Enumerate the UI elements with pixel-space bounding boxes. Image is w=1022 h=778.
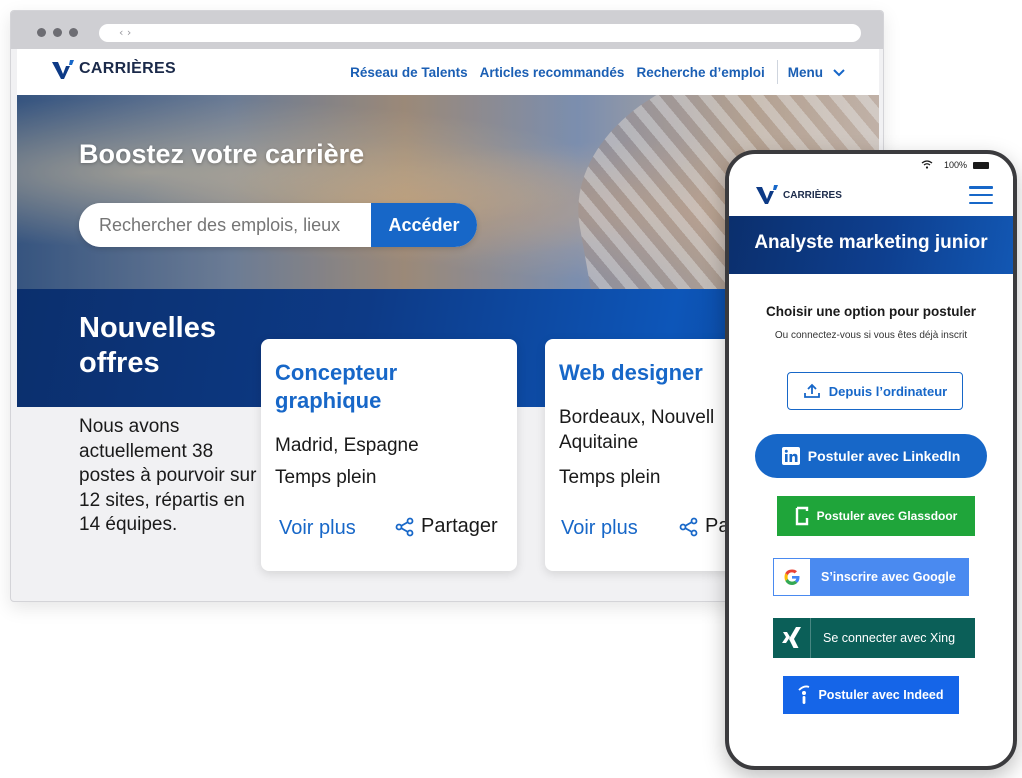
site-header: CARRIÈRES Réseau de Talents Articles rec… [17, 49, 879, 95]
see-more-link[interactable]: Voir plus [279, 517, 356, 540]
apply-glassdoor-button[interactable]: Postuler avec Glassdoor [777, 496, 975, 536]
main-nav: Réseau de Talents Articles recommandés R… [338, 49, 847, 95]
upload-icon [803, 383, 821, 399]
logo-v-icon[interactable] [51, 59, 75, 81]
apply-from-computer-button[interactable]: Depuis l’ordinateur [787, 372, 963, 410]
offers-intro-text: Nous avons actuellement 38 postes à pour… [79, 416, 257, 535]
job-search-input[interactable] [79, 203, 371, 247]
phone-status-bar: 100% [729, 154, 1013, 176]
window-control-dot[interactable] [37, 28, 46, 37]
new-offers-heading: Nouvelles offres [79, 312, 216, 379]
glassdoor-icon [795, 506, 809, 526]
indeed-icon [798, 685, 810, 705]
mobile-phone-frame: 100% CARRIÈRES Analyste marketing junior… [725, 150, 1017, 770]
share-button[interactable]: Pa [679, 515, 729, 538]
battery-icon [973, 162, 989, 169]
job-title[interactable]: Concepteur graphique [275, 359, 505, 415]
battery-percentage: 100% [943, 160, 967, 170]
address-bar[interactable]: ‹ › [99, 24, 861, 42]
share-icon [395, 517, 414, 536]
window-control-dot[interactable] [53, 28, 62, 37]
button-label: Postuler avec LinkedIn [807, 448, 961, 464]
job-location: Bordeaux, Nouvell Aquitaine [559, 407, 715, 453]
button-label: Postuler avec Indeed [818, 688, 944, 702]
share-label: Partager [421, 515, 498, 537]
chevron-down-icon [833, 69, 845, 77]
sign-in-xing-button[interactable]: Se connecter avec Xing [773, 618, 975, 658]
button-label: Postuler avec Glassdoor [816, 509, 958, 523]
nav-arrows-icon[interactable]: ‹ › [119, 26, 131, 39]
search-submit-button[interactable]: Accéder [371, 203, 477, 247]
menu-button[interactable]: Menu [788, 65, 847, 80]
menu-label: Menu [787, 64, 823, 80]
phone-site-header: CARRIÈRES [729, 176, 1013, 216]
brand-name[interactable]: CARRIÈRES [783, 190, 842, 201]
job-location: Madrid, Espagne [275, 435, 419, 456]
sign-in-hint[interactable]: Ou connectez-vous si vous êtes déjà insc… [729, 330, 1013, 341]
brand-name[interactable]: CARRIÈRES [79, 60, 176, 78]
job-card[interactable]: Concepteur graphique Madrid, Espagne Tem… [261, 339, 517, 571]
share-button[interactable]: Partager [395, 515, 498, 538]
sign-in-google-button[interactable]: S’inscrire avec Google [773, 558, 969, 596]
button-label: Se connecter avec Xing [823, 631, 956, 645]
apply-linkedin-button[interactable]: Postuler avec LinkedIn [755, 434, 987, 478]
window-control-dot[interactable] [69, 28, 78, 37]
browser-chrome: ‹ › [11, 11, 883, 49]
button-label: S’inscrire avec Google [821, 570, 956, 584]
linkedin-icon [781, 447, 800, 465]
google-icon [774, 559, 810, 595]
nav-link-job-search[interactable]: Recherche d’emploi [636, 65, 764, 80]
hamburger-icon[interactable] [969, 186, 993, 204]
nav-link-recommended-articles[interactable]: Articles recommandés [480, 65, 625, 80]
button-label: Depuis l’ordinateur [828, 383, 948, 399]
logo-v-icon[interactable] [755, 184, 779, 206]
nav-divider [776, 60, 778, 84]
job-title: Analyste marketing junior [754, 232, 988, 253]
job-search-bar: Accéder [79, 203, 477, 247]
xing-icon [773, 618, 811, 658]
share-icon [679, 517, 698, 536]
job-type: Temps plein [559, 467, 661, 488]
nav-link-talent-network[interactable]: Réseau de Talents [350, 65, 468, 80]
job-title-banner: Analyste marketing junior [729, 216, 1013, 274]
job-type: Temps plein [275, 467, 377, 488]
apply-options-heading: Choisir une option pour postuler [766, 304, 976, 319]
hero-title: Boostez votre carrière [79, 139, 365, 169]
apply-indeed-button[interactable]: Postuler avec Indeed [783, 676, 959, 714]
wifi-icon [921, 160, 933, 169]
see-more-link[interactable]: Voir plus [561, 517, 638, 540]
